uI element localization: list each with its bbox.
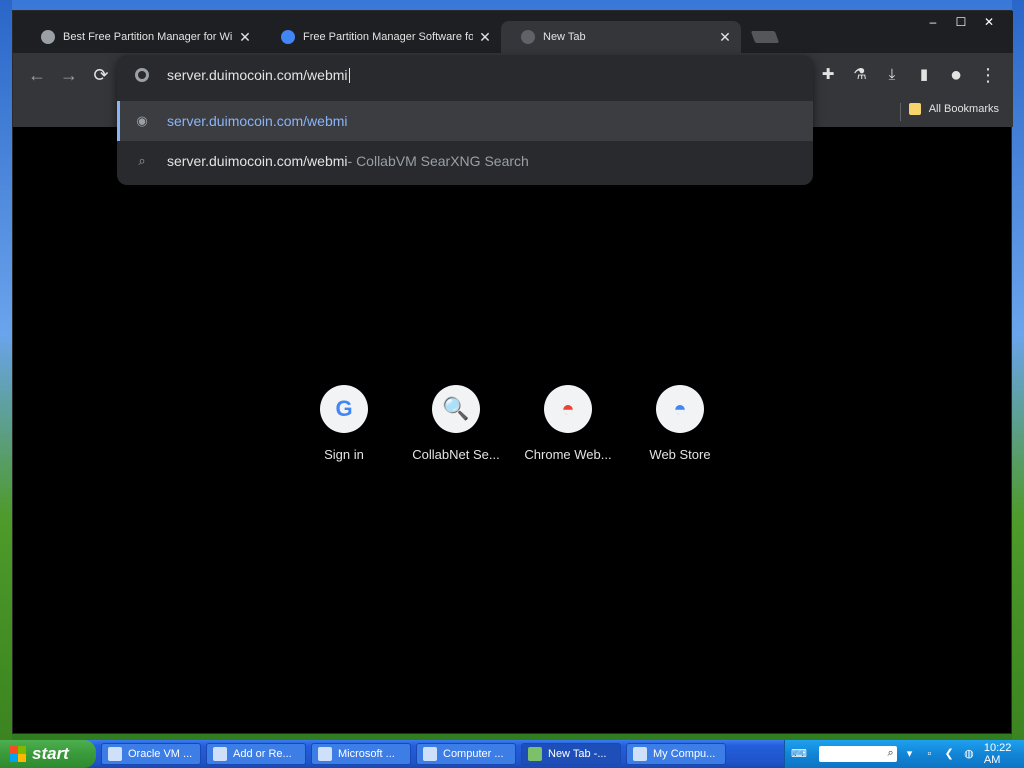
taskbar-item-computer[interactable]: Computer ...: [416, 743, 516, 765]
show-desktop-icon[interactable]: ▫: [922, 746, 936, 762]
suggestion-text: server.duimocoin.com/webmi: [167, 153, 348, 169]
omnibox-dropdown: server.duimocoin.com/webmi ◉ server.duim…: [117, 55, 813, 185]
my-computer-icon: [633, 747, 647, 761]
tab-strip: Best Free Partition Manager for Wi ✕ Fre…: [13, 11, 1013, 53]
start-label: start: [32, 744, 69, 763]
tab-best-free-partition-manager[interactable]: Best Free Partition Manager for Wi ✕: [21, 21, 261, 53]
labs-flask-icon[interactable]: ⚗: [849, 63, 871, 87]
taskbar-search-box[interactable]: ⌕: [818, 746, 897, 762]
chrome-icon: [528, 747, 542, 761]
desktop-background-left: [0, 0, 12, 740]
shortcut-label: CollabNet Se...: [412, 447, 500, 462]
search-icon: 🔍: [432, 385, 480, 433]
tray-app-icon[interactable]: ◍: [962, 746, 976, 762]
control-panel-icon: [213, 747, 227, 761]
tab-new-tab[interactable]: New Tab ✕: [501, 21, 741, 53]
taskbar-clock: 10:22 AM: [983, 742, 1012, 766]
browser-window: Best Free Partition Manager for Wi ✕ Fre…: [12, 10, 1013, 734]
folder-icon: [908, 103, 921, 115]
shortcut-chrome-web[interactable]: ◓ Chrome Web...: [520, 385, 616, 462]
globe-icon: [41, 30, 55, 44]
shortcut-label: Web Store: [649, 447, 711, 462]
shortcut-collabnet[interactable]: 🔍 CollabNet Se...: [408, 385, 504, 462]
taskbar-item-microsoft[interactable]: Microsoft ...: [311, 743, 411, 765]
globe-icon: [521, 30, 535, 44]
search-icon: ⌕: [887, 747, 894, 759]
reload-button[interactable]: ⟳: [89, 63, 113, 87]
window-controls: – ☐ ✕: [919, 13, 1003, 31]
web-store-icon: ◓: [656, 385, 704, 433]
triangle-logo-icon: [281, 30, 295, 44]
google-icon: G: [320, 385, 368, 433]
address-input[interactable]: server.duimocoin.com/webmi: [167, 67, 350, 84]
minimize-button[interactable]: –: [919, 13, 947, 31]
installer-icon: [318, 747, 332, 761]
shortcut-web-store[interactable]: ◓ Web Store: [632, 385, 728, 462]
menu-icon[interactable]: ⋮: [977, 63, 999, 87]
maximize-button[interactable]: ☐: [947, 13, 975, 31]
system-tray: ⌨ ⌕ ▾ ▫ ❮ ◍ 10:22 AM: [784, 740, 1024, 768]
globe-icon: ◉: [136, 113, 148, 128]
tab-free-partition-manager-software[interactable]: Free Partition Manager Software fo ✕: [261, 21, 501, 53]
download-icon[interactable]: ⤓: [881, 63, 903, 87]
desktop-background-right: [1012, 0, 1024, 740]
side-panel-icon[interactable]: ▮: [913, 63, 935, 87]
shortcut-label: Chrome Web...: [524, 447, 612, 462]
keyboard-icon[interactable]: ⌨: [791, 746, 807, 762]
taskbar-item-oracle-vm[interactable]: Oracle VM ...: [101, 743, 201, 765]
tab-title: Best Free Partition Manager for Wi: [63, 31, 233, 43]
taskbar-item-my-computer[interactable]: My Compu...: [626, 743, 726, 765]
omnibox-suggestion-url[interactable]: ◉ server.duimocoin.com/webmi: [117, 101, 813, 141]
close-tab-icon[interactable]: ✕: [477, 29, 493, 46]
tab-title: New Tab: [543, 31, 586, 43]
forward-button[interactable]: →: [57, 63, 81, 87]
suggestion-text: server.duimocoin.com/webmi: [167, 113, 348, 129]
tab-title: Free Partition Manager Software fo: [303, 31, 473, 43]
shortcut-label: Sign in: [324, 447, 364, 462]
bookmarks-separator: [900, 103, 901, 121]
profile-avatar-icon[interactable]: ●: [945, 63, 967, 87]
virtualbox-icon: [108, 747, 122, 761]
address-bar[interactable]: server.duimocoin.com/webmi: [117, 55, 813, 95]
computer-management-icon: [423, 747, 437, 761]
back-arrow-icon[interactable]: ❮: [942, 746, 956, 762]
start-button[interactable]: start: [0, 740, 96, 768]
close-window-button[interactable]: ✕: [975, 13, 1003, 31]
chevron-down-icon[interactable]: ▾: [903, 746, 917, 762]
taskbar-item-add-remove[interactable]: Add or Re...: [206, 743, 306, 765]
extensions-icon[interactable]: ✚: [817, 63, 839, 87]
shortcut-sign-in[interactable]: G Sign in: [296, 385, 392, 462]
all-bookmarks-label: All Bookmarks: [928, 103, 999, 115]
search-icon: ⌕: [138, 153, 146, 168]
suggestion-subtext: - CollabVM SearXNG Search: [347, 153, 529, 169]
close-tab-icon[interactable]: ✕: [237, 29, 253, 46]
all-bookmarks-button[interactable]: All Bookmarks: [908, 103, 999, 115]
windows-taskbar: start Oracle VM ... Add or Re... Microso…: [0, 740, 1024, 768]
omnibox-suggestion-search[interactable]: ⌕ server.duimocoin.com/webmi - CollabVM …: [117, 141, 813, 181]
windows-flag-icon: [10, 746, 26, 762]
close-tab-icon[interactable]: ✕: [717, 29, 733, 46]
taskbar-item-new-tab[interactable]: New Tab -...: [521, 743, 621, 765]
chrome-web-store-icon: ◓: [544, 385, 592, 433]
back-button[interactable]: ←: [25, 63, 49, 87]
new-tab-button[interactable]: [750, 31, 780, 43]
globe-icon: [135, 68, 149, 82]
